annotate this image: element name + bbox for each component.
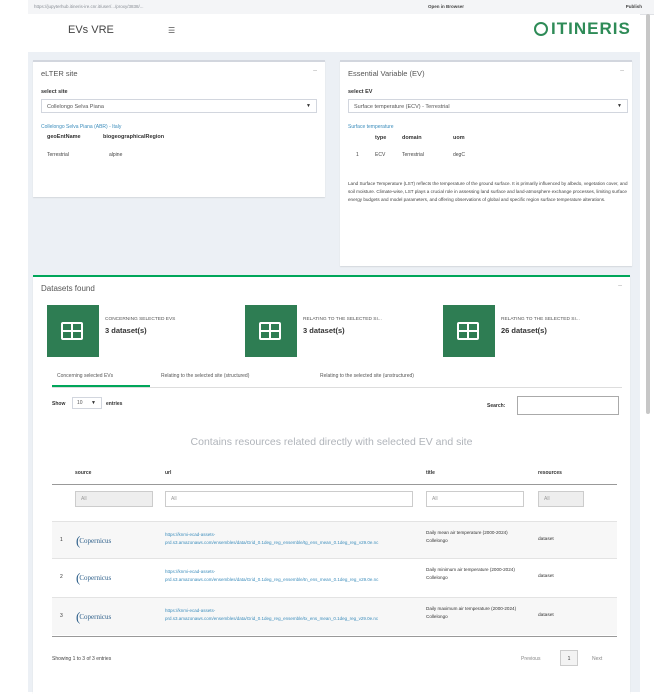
dataset-resource: dataset — [538, 613, 554, 618]
ev-link[interactable]: Surface temperature — [348, 124, 394, 130]
val-geoentname: Terrestrial — [47, 152, 69, 158]
table-icon — [47, 305, 99, 357]
show-label: Show — [52, 401, 66, 407]
search-input[interactable] — [517, 396, 619, 415]
dataset-title: Daily minimum air temperature (2000-2024… — [426, 567, 515, 580]
tabs-divider — [52, 387, 622, 388]
val-biogeo-region: alpine — [109, 152, 123, 158]
infobox-count: 3 dataset(s) — [105, 326, 147, 335]
filter-title[interactable]: All — [426, 491, 524, 507]
select-site-label: select site — [41, 89, 68, 95]
table-bottom-border — [52, 636, 617, 637]
datasets-title: Datasets found — [41, 284, 95, 293]
copernicus-logo: Copernicus — [76, 609, 111, 625]
dataset-url-link[interactable]: https://knmi-ecad-assets-prd.s3.amazonaw… — [165, 607, 397, 623]
infobox-site-unstructured: RELATING TO THE SELECTED SI... 26 datase… — [443, 305, 623, 357]
previous-button[interactable]: Previous — [521, 656, 540, 662]
filter-url[interactable]: All — [165, 491, 413, 507]
copernicus-logo: Copernicus — [76, 570, 111, 586]
table-row: 2 Copernicus https://knmi-ecad-assets-pr… — [52, 558, 617, 596]
search-label: Search: — [487, 403, 506, 409]
select-ev-label: select EV — [348, 89, 373, 95]
site-link[interactable]: Collelongo Selva Piana (ABR) - Italy — [41, 124, 121, 130]
row-index: 1 — [356, 152, 359, 158]
collapse-icon[interactable]: – — [620, 67, 624, 74]
val-type: ECV — [375, 152, 386, 158]
site-box: eLTER site – select site Collelongo Selv… — [33, 60, 325, 197]
logo-gear-icon — [534, 22, 548, 36]
open-in-browser-button[interactable]: Open in Browser — [428, 4, 464, 9]
ev-select-value: Surface temperature (ECV) - Terrestrial — [354, 104, 450, 110]
row-index: 2 — [60, 574, 63, 580]
dataset-url-link[interactable]: https://knmi-ecad-assets-prd.s3.amazonaw… — [165, 568, 397, 584]
browser-url-bar[interactable]: https://jupyterhub.itineris-ire.cnr.it/u… — [28, 0, 654, 15]
itineris-logo: ITINERIS — [534, 19, 631, 39]
site-select[interactable]: Collelongo Selva Piana ▼ — [41, 99, 317, 113]
next-button[interactable]: Next — [592, 656, 602, 662]
table-icon — [245, 305, 297, 357]
row-index: 1 — [60, 537, 63, 543]
infobox-label: RELATING TO THE SELECTED SI... — [303, 317, 382, 322]
header-divider — [52, 484, 617, 485]
col-biogeo-region: biogeographicalRegion — [103, 134, 165, 140]
dataset-title: Daily mean air temperature (2000-2024) C… — [426, 530, 508, 543]
row-index: 3 — [60, 613, 63, 619]
dataset-title: Daily maximum air temperature (2000-2024… — [426, 606, 517, 619]
filter-source: All — [75, 491, 153, 507]
ev-box-title: Essential Variable (EV) — [348, 69, 425, 78]
infobox-count: 26 dataset(s) — [501, 326, 547, 335]
collapse-icon[interactable]: – — [313, 67, 317, 74]
dataset-resource: dataset — [538, 537, 554, 542]
val-unit: degC — [453, 152, 465, 158]
tab-site-structured[interactable]: Relating to the selected site (structure… — [161, 373, 249, 379]
infobox-label: CONCERNING SELECTED EVS — [105, 317, 176, 322]
chevron-down-icon: ▼ — [306, 103, 311, 109]
logo-text: ITINERIS — [551, 19, 631, 38]
col-unit: uom — [453, 135, 465, 141]
col-geoentname: geoEntName — [47, 134, 81, 140]
table-icon — [443, 305, 495, 357]
infobox-label: RELATING TO THE SELECTED SI... — [501, 317, 580, 322]
ev-select[interactable]: Surface temperature (ECV) - Terrestrial ▼ — [348, 99, 628, 113]
showing-entries: Showing 1 to 3 of 3 entries — [52, 656, 112, 662]
scrollbar[interactable] — [646, 14, 650, 414]
val-domain: Terrestrial — [402, 152, 424, 158]
menu-toggle-icon[interactable]: ☰ — [168, 26, 175, 35]
entries-select[interactable]: 10 ▼ — [72, 397, 102, 409]
tab-site-unstructured[interactable]: Relating to the selected site (unstructu… — [320, 373, 414, 379]
publish-button[interactable]: Publish — [626, 4, 642, 9]
dataset-resource: dataset — [538, 574, 554, 579]
collapse-icon[interactable]: – — [618, 282, 622, 289]
tab-selected-evs[interactable]: Concerning selected EVs — [57, 373, 113, 379]
chevron-down-icon: ▼ — [91, 400, 96, 406]
col-resources[interactable]: resources — [538, 470, 562, 476]
infobox-site-structured: RELATING TO THE SELECTED SI... 3 dataset… — [245, 305, 425, 357]
filter-resources: All — [538, 491, 584, 507]
col-domain: domain — [402, 135, 422, 141]
ev-box: Essential Variable (EV) – select EV Surf… — [340, 60, 632, 266]
dataset-url-link[interactable]: https://knmi-ecad-assets-prd.s3.amazonaw… — [165, 531, 397, 547]
col-type: type — [375, 135, 387, 141]
entries-value: 10 — [77, 400, 83, 406]
infobox-count: 3 dataset(s) — [303, 326, 345, 335]
table-row: 1 Copernicus https://knmi-ecad-assets-pr… — [52, 521, 617, 559]
site-box-title: eLTER site — [41, 69, 78, 78]
col-url[interactable]: url — [165, 470, 171, 476]
copernicus-logo: Copernicus — [76, 533, 111, 549]
page-1-button[interactable]: 1 — [560, 650, 578, 666]
col-title[interactable]: title — [426, 470, 435, 476]
chevron-down-icon: ▼ — [617, 103, 622, 109]
table-row: 3 Copernicus https://knmi-ecad-assets-pr… — [52, 597, 617, 635]
app-title: EVs VRE — [68, 24, 114, 36]
url-text[interactable]: https://jupyterhub.itineris-ire.cnr.it/u… — [34, 4, 144, 9]
site-select-value: Collelongo Selva Piana — [47, 104, 104, 110]
table-caption: Contains resources related directly with… — [190, 436, 473, 448]
ev-description: Land Surface Temperature (LST) reflects … — [348, 181, 628, 202]
col-source[interactable]: source — [75, 470, 91, 476]
infobox-evs: CONCERNING SELECTED EVS 3 dataset(s) — [47, 305, 227, 357]
entries-label: entries — [106, 401, 123, 407]
